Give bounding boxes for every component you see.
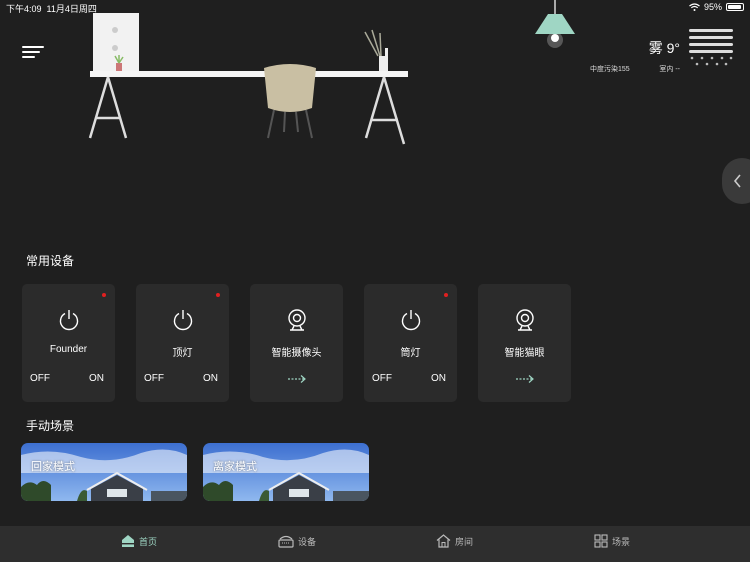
device-card[interactable]: 筒灯 OFF ON <box>364 284 457 402</box>
tab-home[interactable]: 首页 <box>121 534 157 548</box>
weather-temp: 雾 9° <box>648 40 680 56</box>
off-button[interactable]: OFF <box>144 373 164 384</box>
device-name: 顶灯 <box>172 348 193 359</box>
off-button[interactable]: OFF <box>372 373 392 384</box>
device-icon <box>278 535 294 548</box>
room-icon <box>436 534 451 548</box>
tab-label: 首页 <box>139 536 158 547</box>
devices-section-title: 常用设备 <box>26 254 75 268</box>
device-list: Founder OFF ON 顶灯 OFF ON 智能摄像头 筒灯 OFF ON… <box>22 284 571 402</box>
chair <box>264 64 316 112</box>
menu-button[interactable] <box>22 46 44 62</box>
device-name: 筒灯 <box>400 348 421 359</box>
off-button[interactable]: OFF <box>30 373 50 384</box>
tab-bar: 首页 设备 房间 场景 <box>0 526 750 562</box>
device-card[interactable]: Founder OFF ON <box>22 284 115 402</box>
camera-icon <box>516 309 534 331</box>
on-button[interactable]: ON <box>203 373 218 384</box>
on-button[interactable]: ON <box>89 373 104 384</box>
side-drawer-handle[interactable] <box>722 158 750 204</box>
arrow-right-icon[interactable] <box>515 374 535 384</box>
desk-illustration <box>88 13 408 145</box>
alert-dot <box>102 293 106 297</box>
device-card[interactable]: 智能猫眼 <box>478 284 571 402</box>
battery-icon <box>726 3 744 11</box>
power-icon <box>173 310 193 331</box>
chevron-left-icon <box>733 174 741 188</box>
scene-label: 离家模式 <box>213 461 257 473</box>
weather-pollution: 中度污染155 <box>590 66 630 73</box>
scene-card[interactable]: 回家模式 <box>21 443 187 501</box>
scenes-section-title: 手动场景 <box>26 419 75 433</box>
status-time: 下午4:09 <box>6 4 42 14</box>
tab-label: 场景 <box>612 536 631 547</box>
battery-fill <box>728 5 742 9</box>
tab-rooms[interactable]: 房间 <box>436 534 473 548</box>
arrow-right-icon[interactable] <box>287 374 307 384</box>
camera-icon <box>288 309 306 331</box>
device-card[interactable]: 智能摄像头 <box>250 284 343 402</box>
tab-devices[interactable]: 设备 <box>278 534 316 548</box>
alert-dot <box>444 293 448 297</box>
tab-label: 房间 <box>455 536 474 547</box>
tab-scenes[interactable]: 场景 <box>594 534 630 548</box>
device-card[interactable]: 顶灯 OFF ON <box>136 284 229 402</box>
menu-line <box>22 51 40 53</box>
desk-top <box>90 71 408 77</box>
menu-line <box>22 56 35 58</box>
wifi-icon <box>689 3 700 11</box>
weather-widget: 雾 9° 中度污染155 室内 -- <box>590 38 680 74</box>
alert-dot <box>216 293 220 297</box>
power-icon <box>401 310 421 331</box>
fog-icon <box>689 29 733 66</box>
power-icon <box>59 310 79 331</box>
scene-list: 回家模式 离家模式 <box>21 443 369 501</box>
on-button[interactable]: ON <box>431 373 446 384</box>
grid-icon <box>594 534 608 548</box>
scene-label: 回家模式 <box>31 461 75 473</box>
home-icon <box>122 535 134 547</box>
scene-card[interactable]: 离家模式 <box>203 443 369 501</box>
menu-line <box>22 46 44 48</box>
tab-label: 设备 <box>298 536 317 547</box>
monitor <box>93 13 139 71</box>
device-name: Founder <box>49 344 88 355</box>
pendant-lamp <box>535 0 575 48</box>
battery-percent: 95% <box>703 2 722 12</box>
device-name: 智能猫眼 <box>504 348 545 359</box>
device-name: 智能摄像头 <box>271 348 322 359</box>
weather-indoor: 室内 -- <box>659 66 680 73</box>
